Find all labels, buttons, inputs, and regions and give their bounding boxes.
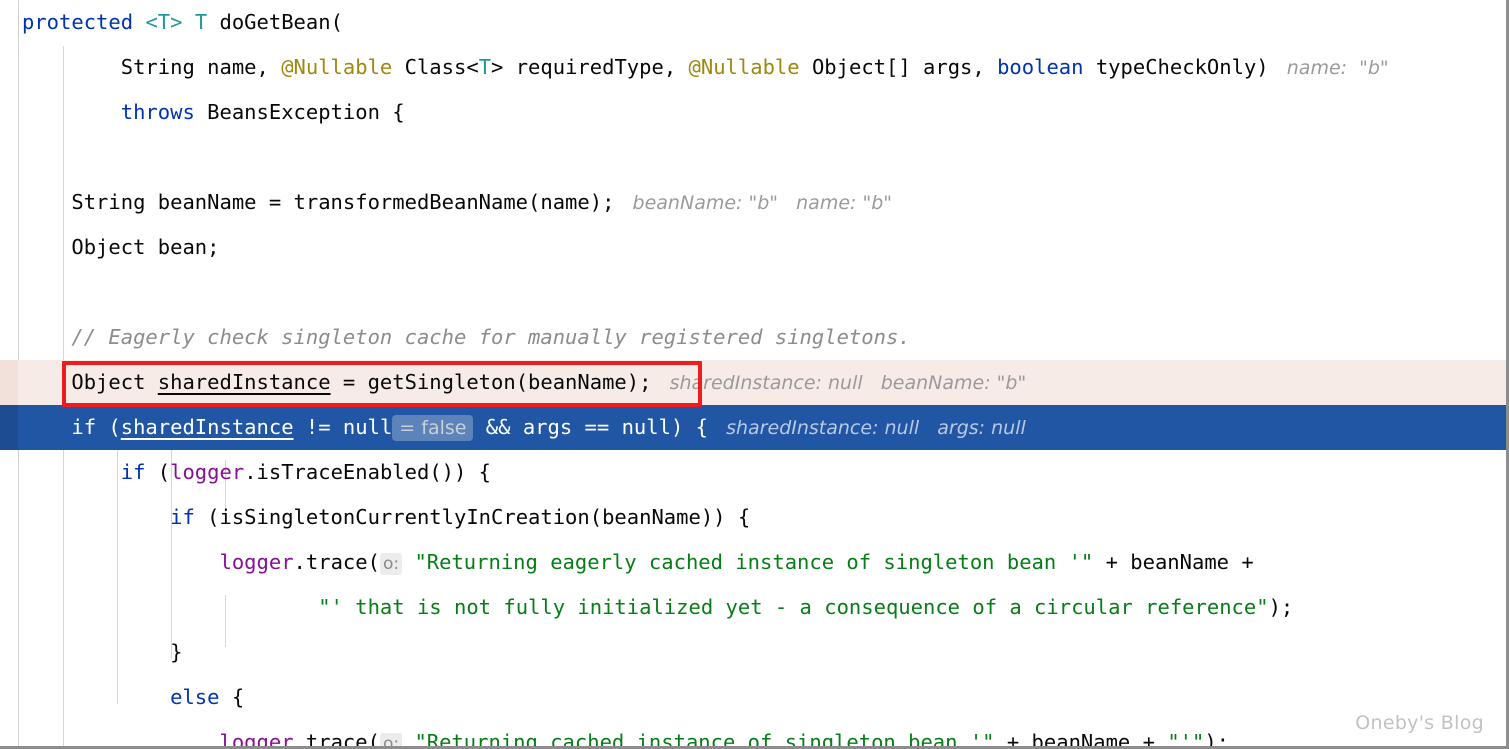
code-token: ( [145,460,171,484]
code-token: typeCheckOnly) [1083,55,1269,79]
code-token: (isSingletonCurrentlyInCreation(beanName… [194,505,751,529]
code-token: && args == [473,415,622,439]
code-token: String name, [22,55,282,79]
code-token: Object[] args, [799,55,998,79]
code-line[interactable]: String name, @Nullable Class<T> required… [0,45,1506,90]
code-token: "'" [1167,730,1205,749]
code-editor[interactable]: protected <T> T doGetBean( String name, … [0,0,1509,749]
code-line[interactable] [0,270,1506,315]
code-line[interactable]: if (sharedInstance != null = false && arg… [0,405,1506,450]
code-token: "Returning eagerly cached instance of si… [414,550,1094,574]
code-token: T [478,55,492,79]
code-line[interactable]: if (logger.isTraceEnabled()) { [0,450,1506,495]
code-token: logger [219,550,294,574]
code-token: throws [120,100,195,124]
code-line[interactable]: else { [0,675,1506,720]
code-line[interactable]: String beanName = transformedBeanName(na… [0,180,1506,225]
code-token: logger [170,460,245,484]
code-line[interactable]: logger.trace(o: "Returning cached instan… [0,720,1506,749]
parameter-name-hint: o: [379,553,403,575]
code-token: != [293,415,343,439]
code-token: { [219,685,245,709]
code-token: ) { [670,415,708,439]
code-token: = getSingleton(beanName); [330,370,652,394]
code-line[interactable]: Object bean; [0,225,1506,270]
code-token: "' that is not fully initialized yet - a… [318,595,1269,619]
code-token: if [170,505,195,529]
code-token: BeansException { [194,100,405,124]
inline-debug-hint[interactable]: name: "b" [1269,57,1389,79]
code-line[interactable] [0,135,1506,180]
code-token: if [71,415,97,439]
code-token: + beanName + [994,730,1168,749]
code-token: ); [1268,595,1294,619]
code-line[interactable]: Object sharedInstance = getSingleton(bea… [0,360,1506,405]
code-token: .trace( [293,550,380,574]
code-token: null [342,415,393,439]
code-token: .isTraceEnabled()) { [244,460,492,484]
code-token: <T> [145,10,183,34]
code-token: ); [1204,730,1230,749]
code-token: Class< [392,55,479,79]
code-line[interactable]: if (isSingletonCurrentlyInCreation(beanN… [0,495,1506,540]
code-token: .trace( [293,730,380,749]
code-token: @Nullable [281,55,393,79]
code-token: doGetBean( [207,10,343,34]
code-token: Object bean; [22,235,220,259]
code-token: @Nullable [688,55,800,79]
code-token: "Returning cached instance of singleton … [414,730,995,749]
code-line[interactable]: } [0,630,1506,675]
inline-evaluation-badge[interactable]: = false [392,415,474,441]
code-content[interactable]: protected <T> T doGetBean( String name, … [0,0,1506,749]
code-token: else [170,685,220,709]
line-gutter-stripe [0,360,18,405]
inline-debug-hint[interactable]: beanName: "b" name: "b" [614,192,892,214]
code-token: + beanName + [1093,550,1254,574]
code-token: String beanName = transformedBeanName(na… [22,190,615,214]
parameter-name-hint: o: [379,733,403,746]
code-token: > requiredType, [491,55,689,79]
code-line[interactable]: protected <T> T doGetBean( [0,0,1506,45]
code-token: sharedInstance [120,415,294,439]
code-token: } [22,640,183,664]
code-token: ( [96,415,121,439]
code-token: if [120,460,146,484]
code-token: boolean [997,55,1084,79]
code-line[interactable]: // Eagerly check singleton cache for man… [0,315,1506,360]
code-token: Object [22,370,158,394]
watermark-label: Oneby's Blog [1355,712,1484,734]
code-token: null [621,415,671,439]
code-line[interactable]: logger.trace(o: "Returning eagerly cache… [0,540,1506,585]
line-gutter-stripe [0,405,18,450]
code-line[interactable]: "' that is not fully initialized yet - a… [0,585,1506,630]
inline-debug-hint[interactable]: sharedInstance: null args: null [708,417,1026,439]
code-token: protected [22,10,134,34]
code-token: T [194,10,208,34]
code-line[interactable]: throws BeansException { [0,90,1506,135]
code-token: sharedInstance [157,370,331,394]
inline-debug-hint[interactable]: sharedInstance: null beanName: "b" [651,372,1027,394]
code-token: logger [219,730,294,749]
code-token: // Eagerly check singleton cache for man… [22,325,911,349]
